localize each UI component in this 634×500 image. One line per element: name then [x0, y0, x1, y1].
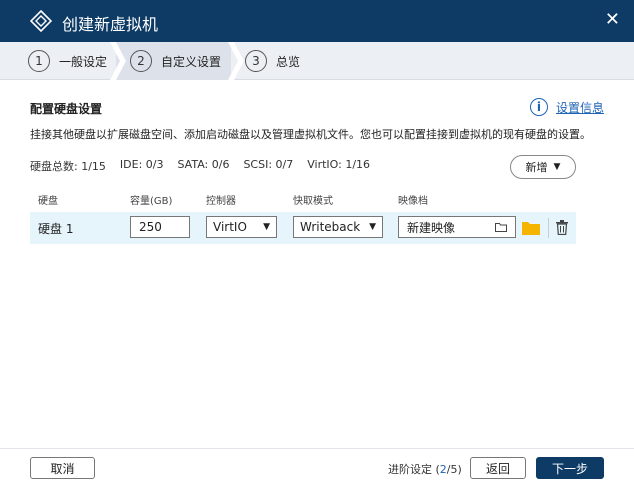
cancel-button[interactable]: 取消 [30, 457, 95, 479]
stat-scsi: SCSI: 0/7 [243, 158, 294, 171]
stat-total: 硬盘总数: 1/15 [30, 160, 106, 173]
cache-mode-value: Writeback [300, 220, 361, 234]
stat-ide: IDE: 0/3 [119, 158, 164, 171]
image-field[interactable]: 新建映像 [398, 216, 516, 238]
col-disk: 硬盘 [38, 196, 58, 207]
section-description: 挂接其他硬盘以扩展磁盘空间、添加启动磁盘以及管理虚拟机文件。您也可以配置挂接到虚… [30, 128, 591, 141]
step-label: 一般设定 [59, 54, 108, 69]
step-custom[interactable]: 2 自定义设置 [130, 42, 221, 80]
settings-info-link[interactable]: i 设置信息 [529, 98, 604, 116]
back-button[interactable]: 返回 [470, 457, 526, 479]
stat-virtio: VirtIO: 1/16 [307, 158, 371, 171]
step-separator-icon [110, 42, 126, 80]
image-value: 新建映像 [407, 220, 456, 235]
image-folder-icon [495, 223, 507, 232]
progress-current: 2 [439, 463, 447, 476]
step-number: 2 [130, 50, 152, 72]
progress-indicator: 进阶设定 (2/5) [388, 461, 462, 477]
trash-icon[interactable] [555, 220, 569, 235]
step-number: 3 [245, 50, 267, 72]
section-title: 配置硬盘设置 [30, 102, 103, 116]
folder-icon[interactable] [522, 220, 540, 235]
step-label: 总览 [276, 54, 301, 69]
divider [548, 218, 549, 238]
dropdown-arrow-icon: ▼ [369, 222, 376, 232]
step-general[interactable]: 1 一般设定 [28, 42, 107, 80]
close-icon[interactable]: ✕ [605, 9, 620, 30]
col-cache: 快取模式 [293, 196, 333, 207]
add-button-label: 新增 [525, 161, 548, 174]
next-button[interactable]: 下一步 [536, 457, 604, 479]
capacity-input[interactable]: 250 [130, 216, 190, 238]
progress-label: 进阶设定 ( [388, 463, 440, 476]
wizard-steps: 1 一般设定 2 自定义设置 3 总览 [0, 42, 634, 80]
table-header: 硬盘 容量(GB) 控制器 快取模式 映像档 [30, 192, 576, 207]
settings-info-label[interactable]: 设置信息 [556, 99, 604, 116]
col-capacity: 容量(GB) [130, 196, 173, 207]
window-title: 创建新虚拟机 [62, 15, 159, 34]
controller-select[interactable]: VirtIO ▼ [206, 216, 277, 238]
info-icon: i [529, 98, 548, 116]
disk-stats: 硬盘总数: 1/15 IDE: 0/3 SATA: 0/6 SCSI: 0/7 … [30, 158, 370, 174]
col-image: 映像档 [398, 196, 428, 207]
controller-value: VirtIO [213, 220, 247, 234]
cache-mode-select[interactable]: Writeback ▼ [293, 216, 383, 238]
app-logo-icon [30, 10, 52, 32]
col-controller: 控制器 [206, 196, 236, 207]
progress-total: /5) [446, 463, 462, 476]
caret-down-icon: ▼ [553, 162, 561, 172]
add-disk-button[interactable]: 新增 ▼ [510, 155, 576, 179]
step-summary[interactable]: 3 总览 [245, 42, 300, 80]
step-separator-icon [228, 42, 244, 80]
footer-divider [0, 448, 634, 449]
title-bar: 创建新虚拟机 ✕ [0, 0, 634, 42]
disk-name: 硬盘 1 [38, 222, 74, 236]
step-number: 1 [28, 50, 50, 72]
step-label: 自定义设置 [161, 54, 222, 69]
table-row[interactable]: 硬盘 1 250 VirtIO ▼ Writeback ▼ 新建映像 [30, 212, 576, 244]
dropdown-arrow-icon: ▼ [263, 222, 270, 232]
stat-sata: SATA: 0/6 [177, 158, 230, 171]
